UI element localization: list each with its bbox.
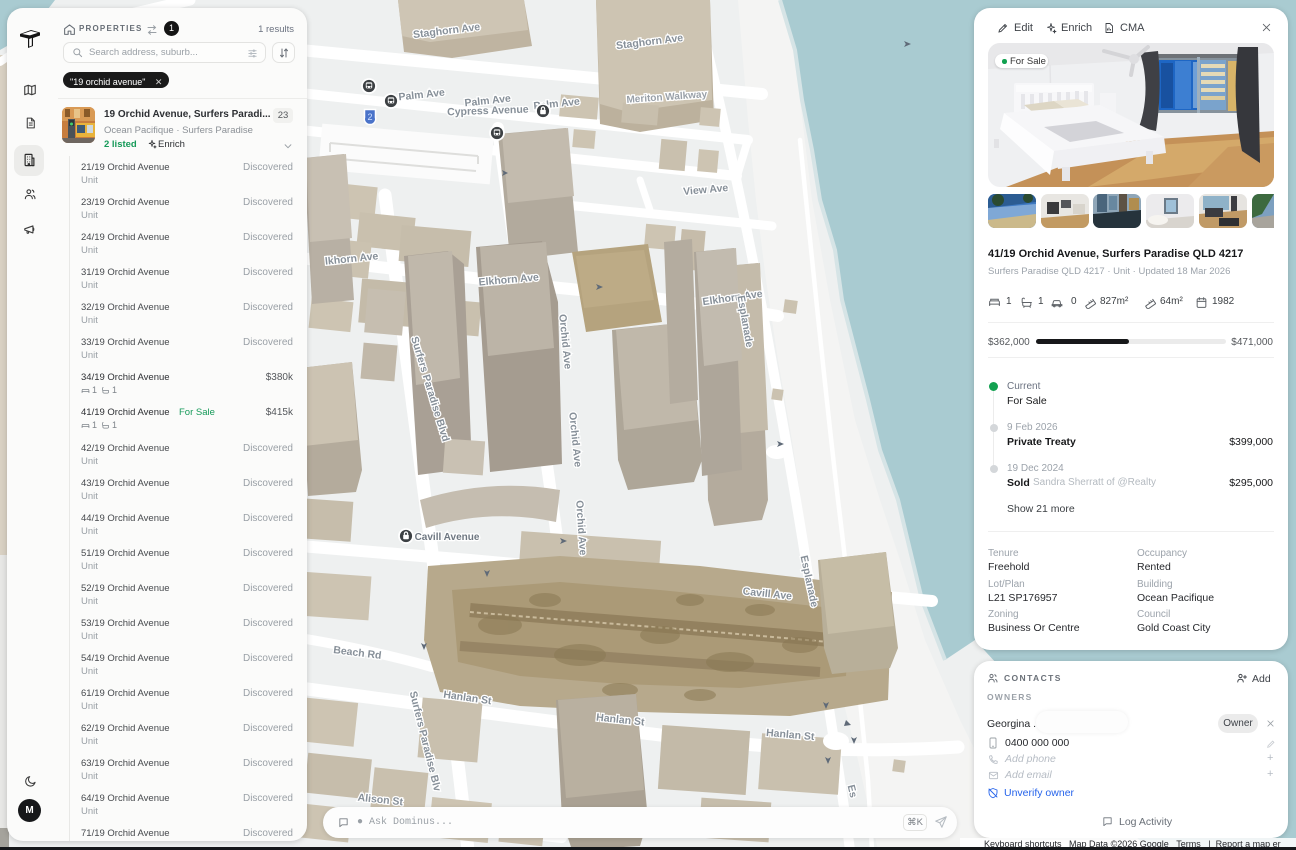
svg-text:Cavill Avenue: Cavill Avenue (415, 532, 480, 543)
svg-text:2: 2 (367, 112, 372, 122)
